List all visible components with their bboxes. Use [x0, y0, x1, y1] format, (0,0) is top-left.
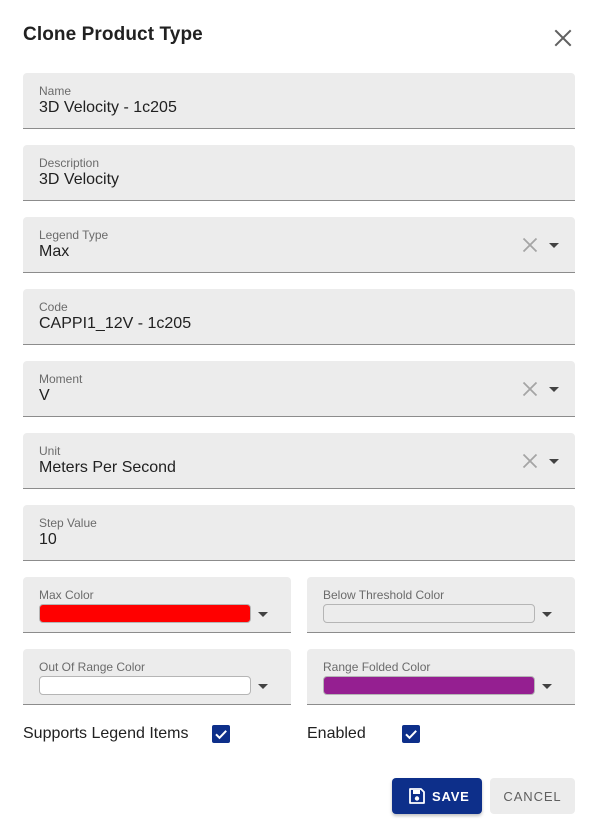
chevron-down-icon[interactable]: [253, 676, 273, 696]
chevron-down-icon[interactable]: [544, 235, 564, 255]
code-value[interactable]: CAPPI1_12V - 1c205: [39, 315, 191, 333]
chevron-down-icon[interactable]: [253, 604, 273, 624]
max-color-picker[interactable]: Max Color: [23, 577, 291, 633]
name-field[interactable]: Name 3D Velocity - 1c205: [23, 73, 575, 129]
out-of-range-color-label: Out Of Range Color: [39, 660, 146, 674]
step-value-label: Step Value: [39, 516, 97, 530]
cancel-button-label: CANCEL: [503, 789, 562, 804]
chevron-down-icon[interactable]: [537, 604, 557, 624]
close-icon: [551, 26, 575, 50]
name-value[interactable]: 3D Velocity - 1c205: [39, 99, 177, 117]
enabled-label: Enabled: [307, 725, 366, 742]
clear-icon[interactable]: [520, 451, 540, 471]
max-color-swatch[interactable]: [39, 604, 251, 623]
out-of-range-color-swatch[interactable]: [39, 676, 251, 695]
chevron-down-icon[interactable]: [537, 676, 557, 696]
name-label: Name: [39, 84, 72, 98]
save-button-label: SAVE: [432, 789, 470, 804]
step-value-value[interactable]: 10: [39, 531, 57, 549]
clone-product-type-dialog: Clone Product Type Name 3D Velocity - 1c…: [0, 0, 598, 837]
unit-label: Unit: [39, 444, 61, 458]
enabled-checkbox[interactable]: [402, 725, 420, 743]
cancel-button[interactable]: CANCEL: [490, 778, 575, 814]
below-threshold-color-label: Below Threshold Color: [323, 588, 445, 602]
below-threshold-color-swatch[interactable]: [323, 604, 535, 623]
close-button[interactable]: [551, 26, 575, 50]
code-field[interactable]: Code CAPPI1_12V - 1c205: [23, 289, 575, 345]
check-icon: [405, 730, 417, 740]
unit-select[interactable]: Unit Meters Per Second: [23, 433, 575, 489]
moment-value: V: [39, 387, 50, 404]
description-label: Description: [39, 156, 100, 170]
moment-label: Moment: [39, 372, 83, 386]
description-field[interactable]: Description 3D Velocity: [23, 145, 575, 201]
chevron-down-icon[interactable]: [544, 451, 564, 471]
range-folded-color-swatch[interactable]: [323, 676, 535, 695]
dialog-title: Clone Product Type: [23, 24, 203, 45]
save-button[interactable]: SAVE: [392, 778, 482, 814]
supports-legend-items-checkbox[interactable]: [212, 725, 230, 743]
supports-legend-items-label: Supports Legend Items: [23, 725, 189, 742]
range-folded-color-label: Range Folded Color: [323, 660, 431, 674]
legend-type-value: Max: [39, 243, 70, 260]
check-icon: [215, 730, 227, 740]
clear-icon[interactable]: [520, 379, 540, 399]
range-folded-color-picker[interactable]: Range Folded Color: [307, 649, 575, 705]
max-color-label: Max Color: [39, 588, 94, 602]
legend-type-label: Legend Type: [39, 228, 109, 242]
chevron-down-icon[interactable]: [544, 379, 564, 399]
below-threshold-color-picker[interactable]: Below Threshold Color: [307, 577, 575, 633]
description-value[interactable]: 3D Velocity: [39, 171, 119, 189]
out-of-range-color-picker[interactable]: Out Of Range Color: [23, 649, 291, 705]
code-label: Code: [39, 300, 68, 314]
clear-icon[interactable]: [520, 235, 540, 255]
save-icon: [408, 787, 426, 805]
unit-value: Meters Per Second: [39, 459, 176, 476]
legend-type-select[interactable]: Legend Type Max: [23, 217, 575, 273]
step-value-field[interactable]: Step Value 10: [23, 505, 575, 561]
moment-select[interactable]: Moment V: [23, 361, 575, 417]
